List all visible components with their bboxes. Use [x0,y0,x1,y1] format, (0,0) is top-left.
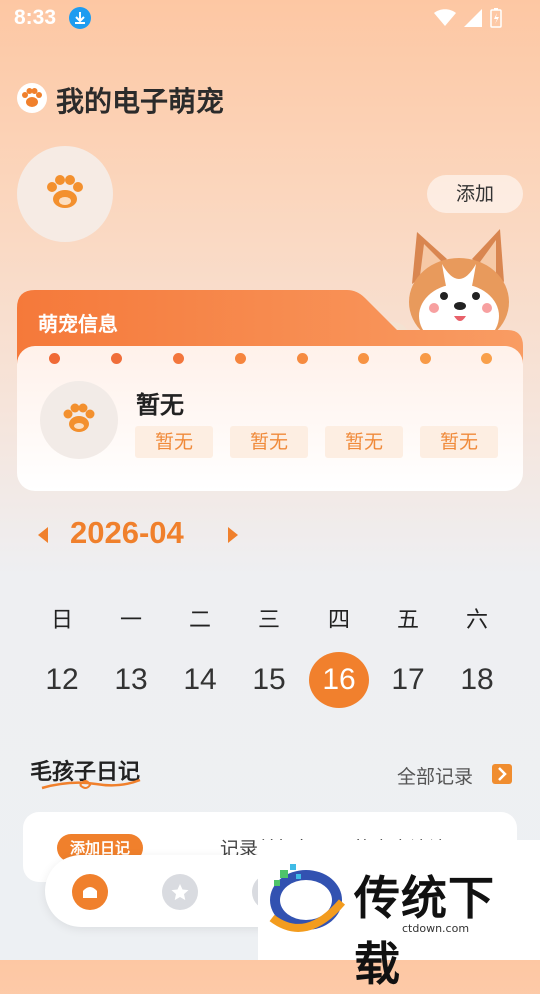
status-time: 8:33 [14,6,57,29]
binder-dot [358,353,369,364]
calendar-day[interactable]: 15 [239,652,299,708]
view-all-link[interactable]: 全部记录 [397,762,473,789]
month-label[interactable]: 2026-04 [70,515,184,551]
binder-dot [111,353,122,364]
signal-icon [464,9,482,27]
calendar-day[interactable]: 13 [101,652,161,708]
wifi-icon [434,9,456,26]
pet-name: 暂无 [136,391,184,419]
paw-icon [63,403,95,432]
weekday-label: 一 [119,608,142,633]
weekday-label: 日 [50,608,73,633]
weekday-label: 三 [257,608,280,633]
calendar-day-selected[interactable]: 16 [309,652,369,708]
binder-dot [235,353,246,364]
nav-star-icon[interactable] [162,874,198,910]
chevron-right-icon[interactable] [492,764,512,784]
info-avatar [40,381,118,459]
binder-dot [297,353,308,364]
binder-dot [420,353,431,364]
paw-icon [47,175,83,208]
pet-tag: 暂无 [135,426,213,458]
prev-month-icon[interactable] [38,527,50,543]
next-month-icon[interactable] [226,527,238,543]
binder-dot [481,353,492,364]
info-tab-label: 萌宠信息 [38,312,118,336]
binder-dot [173,353,184,364]
battery-icon [490,8,502,28]
weekday-label: 四 [327,608,350,633]
weekday-label: 六 [465,608,488,633]
add-pet-button[interactable]: 添加 [427,175,523,213]
watermark-logo-icon [269,864,346,932]
watermark-url: ctdown.com [402,922,470,935]
weekday-label: 二 [188,608,211,633]
pet-tag: 暂无 [230,426,308,458]
binder-dot [49,353,60,364]
nav-home-icon[interactable] [72,874,108,910]
calendar-day[interactable]: 12 [32,652,92,708]
status-icons [434,8,502,28]
pet-avatar[interactable] [17,146,113,242]
paw-icon [16,82,48,114]
calendar-day[interactable]: 18 [447,652,507,708]
weekday-label: 五 [396,608,419,633]
page-title: 我的电子萌宠 [56,85,225,118]
calendar-day[interactable]: 14 [170,652,230,708]
calendar-day[interactable]: 17 [378,652,438,708]
title-underline [41,778,141,790]
download-icon [69,7,91,29]
pet-tag: 暂无 [420,426,498,458]
pet-tag: 暂无 [325,426,403,458]
